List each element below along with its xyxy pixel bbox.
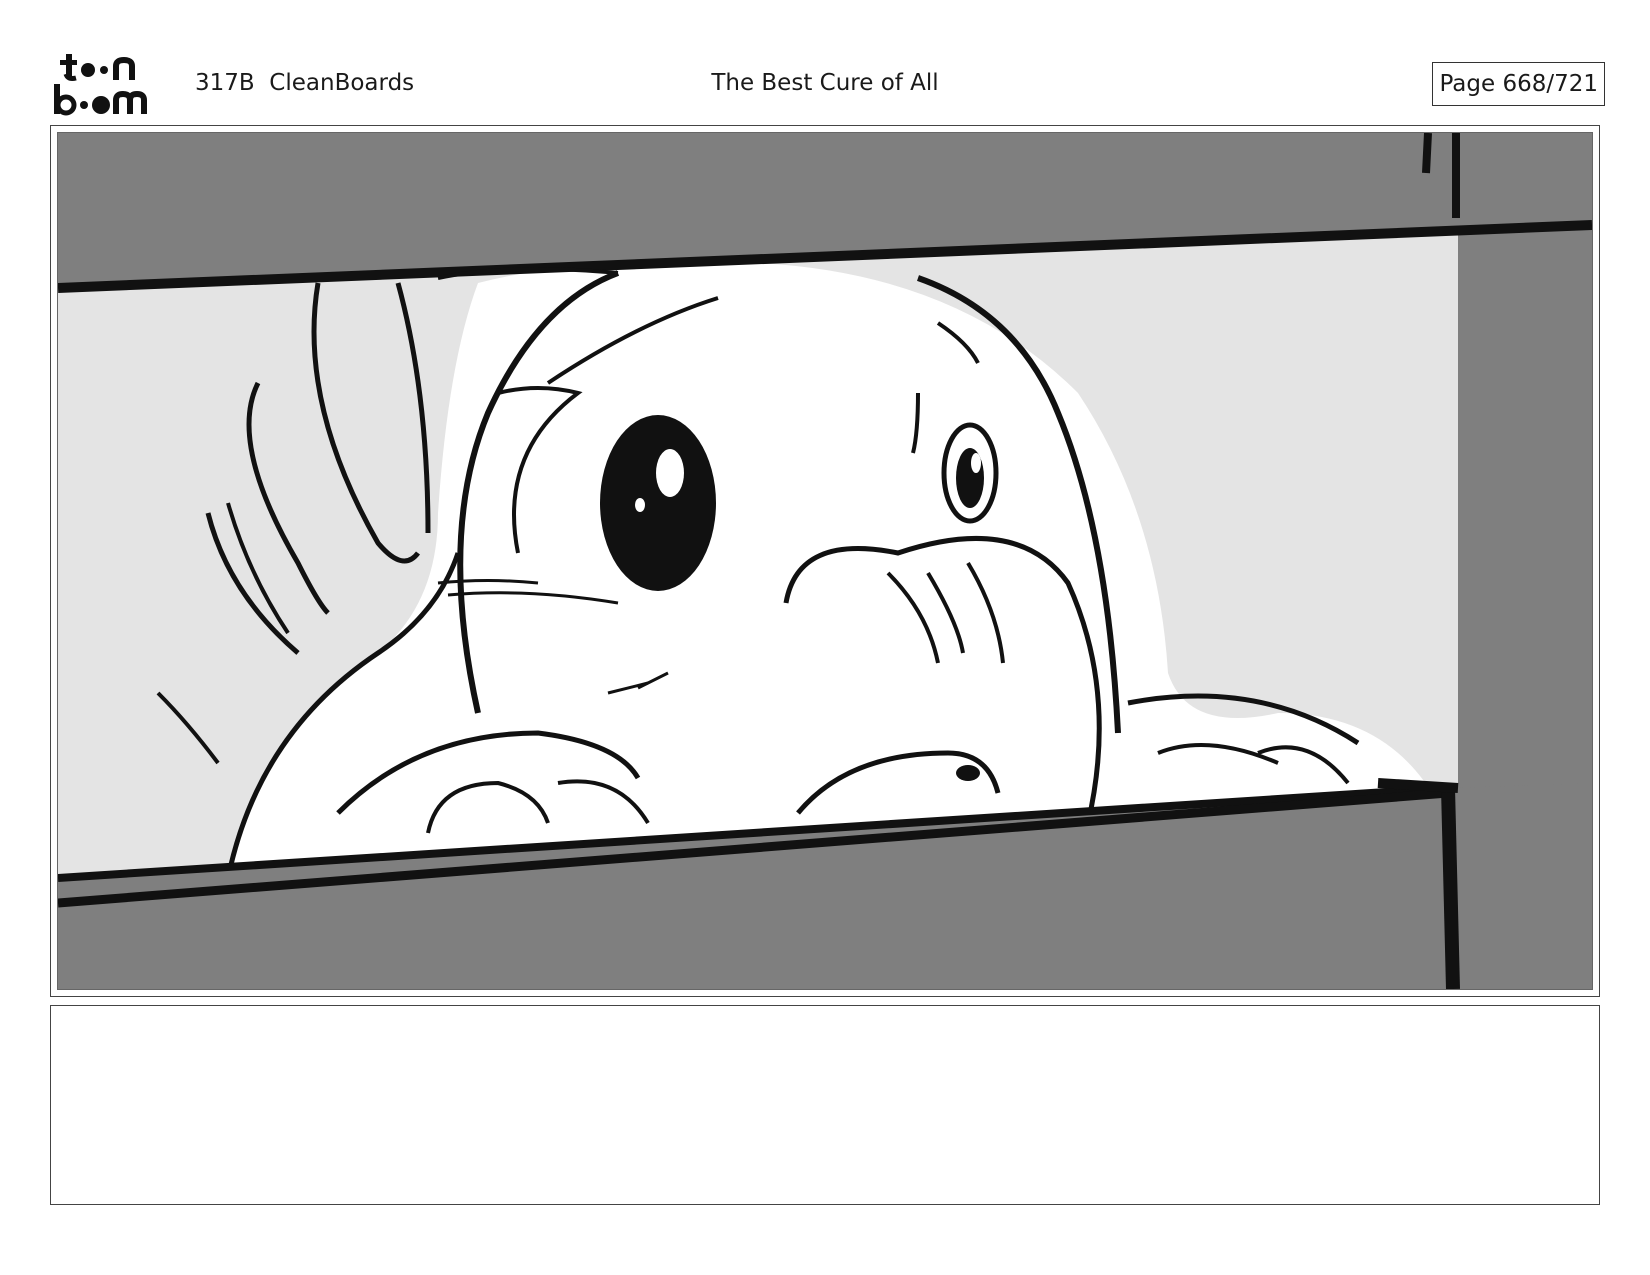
caption-box — [50, 1005, 1600, 1205]
page-number: Page 668/721 — [1432, 62, 1605, 106]
storyboard-panel — [50, 125, 1600, 997]
storyboard-sketch — [58, 133, 1592, 989]
document-title: The Best Cure of All — [711, 70, 939, 96]
panel-image — [57, 132, 1593, 990]
